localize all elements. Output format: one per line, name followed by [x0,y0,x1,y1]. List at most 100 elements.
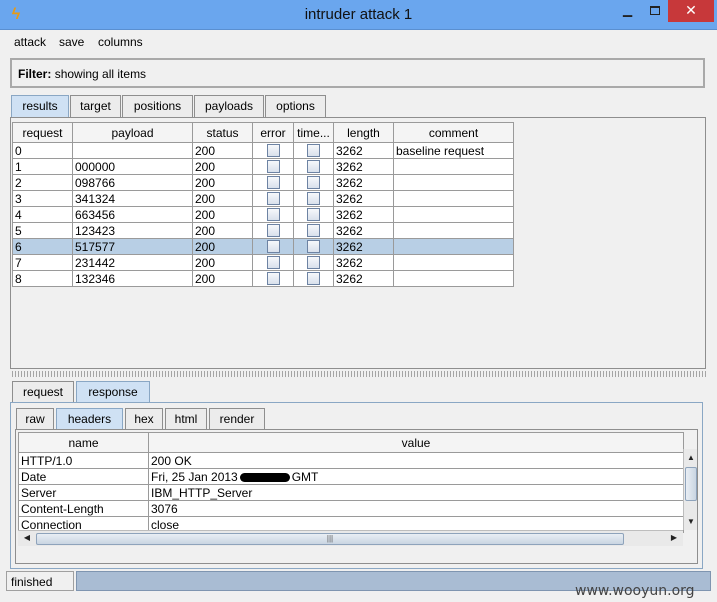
length-cell: 3262 [333,206,394,223]
vertical-scrollbar[interactable]: ▲ ▼ [683,449,697,530]
tab-raw[interactable]: raw [16,408,54,430]
scroll-down-icon[interactable]: ▼ [684,515,698,529]
menu-attack[interactable]: attack [14,35,46,49]
length-cell: 3262 [333,270,394,287]
results-header-row: request payload status error time... len… [12,122,514,143]
length-cell: 3262 [333,142,394,159]
response-panel: raw headers hex html render name value H… [10,402,703,569]
scroll-right-icon[interactable]: ▶ [667,531,681,545]
header-row[interactable]: Server IBM_HTTP_Server [18,484,684,501]
table-row[interactable]: 4 663456 200 3262 [12,206,514,223]
checkbox[interactable] [266,192,280,205]
column-header-request[interactable]: request [12,122,73,143]
checkbox[interactable] [307,176,320,189]
column-header-name[interactable]: name [18,432,149,453]
checkbox[interactable] [266,272,280,285]
column-header-error[interactable]: error [252,122,294,143]
header-value-cell: 200 OK [148,452,684,469]
comment-cell [393,190,514,207]
table-row[interactable]: 3 341324 200 3262 [12,190,514,207]
tab-render[interactable]: render [209,408,265,430]
header-value-text: 200 OK [151,453,192,468]
results-panel: request payload status error time... len… [10,117,706,369]
checkbox[interactable] [266,256,280,269]
column-header-payload[interactable]: payload [72,122,193,143]
status-cell: 200 [192,222,253,239]
checkbox[interactable] [307,256,320,269]
timeout-checkbox [293,142,334,159]
checkbox[interactable] [307,144,320,157]
request-cell: 2 [12,174,73,191]
minimize-button[interactable]: ▁ [614,0,641,22]
tab-headers[interactable]: headers [56,408,123,430]
header-value-text: IBM_HTTP_Server [151,485,253,500]
column-header-value[interactable]: value [148,432,684,453]
table-row[interactable]: 0 200 3262 baseline request [12,142,514,159]
table-row[interactable]: 7 231442 200 3262 [12,254,514,271]
column-header-timeout[interactable]: time... [293,122,334,143]
header-row[interactable]: Date Fri, 25 Jan 2013 GMT [18,468,684,485]
status-cell: 200 [192,270,253,287]
menu-save[interactable]: save [59,35,84,49]
table-row[interactable]: 1 000000 200 3262 [12,158,514,175]
checkbox[interactable] [307,224,320,237]
timeout-checkbox [293,190,334,207]
header-name-cell: Server [18,484,149,501]
horizontal-scroll-thumb[interactable]: ||| [36,533,624,545]
checkbox[interactable] [307,272,320,285]
comment-cell: baseline request [393,142,514,159]
table-row[interactable]: 2 098766 200 3262 [12,174,514,191]
checkbox[interactable] [307,208,320,221]
tab-options[interactable]: options [265,95,326,117]
maximize-button[interactable] [641,0,668,22]
timeout-checkbox [293,270,334,287]
headers-view: name value HTTP/1.0 200 OK Date Fri, 25 Jan… [15,429,698,564]
filter-bar[interactable]: Filter: showing all items [10,58,705,88]
column-header-comment[interactable]: comment [393,122,514,143]
checkbox[interactable] [266,224,280,237]
checkbox[interactable] [266,208,280,221]
tab-target[interactable]: target [70,95,121,117]
scroll-left-icon[interactable]: ◀ [20,531,34,545]
checkbox[interactable] [266,240,280,253]
horizontal-scrollbar[interactable]: ◀ ||| ▶ [18,530,683,546]
checkbox[interactable] [307,240,320,253]
checkbox[interactable] [266,144,280,157]
comment-cell [393,270,514,287]
panel-splitter[interactable] [10,371,706,377]
tab-html[interactable]: html [165,408,207,430]
checkbox[interactable] [307,192,320,205]
payload-cell: 231442 [72,254,193,271]
status-cell: 200 [192,174,253,191]
tab-request[interactable]: request [12,381,74,403]
tab-hex[interactable]: hex [125,408,163,430]
table-row[interactable]: 5 123423 200 3262 [12,222,514,239]
checkbox[interactable] [307,160,320,173]
error-checkbox [252,190,294,207]
tab-results[interactable]: results [11,95,69,117]
error-checkbox [252,174,294,191]
request-cell: 1 [12,158,73,175]
status-cell: 200 [192,142,253,159]
payload-cell: 341324 [72,190,193,207]
headers-table[interactable]: name value HTTP/1.0 200 OK Date Fri, 25 Jan… [18,432,684,533]
table-row[interactable]: 8 132346 200 3262 [12,270,514,287]
vertical-scroll-thumb[interactable] [685,467,697,501]
checkbox[interactable] [266,160,280,173]
tab-payloads[interactable]: payloads [194,95,264,117]
table-row[interactable]: 6 517577 200 3262 [12,238,514,255]
menu-columns[interactable]: columns [98,35,143,49]
payload-cell: 663456 [72,206,193,223]
tab-positions[interactable]: positions [122,95,193,117]
results-table[interactable]: request payload status error time... len… [12,122,514,287]
scroll-up-icon[interactable]: ▲ [684,451,698,465]
checkbox[interactable] [266,176,280,189]
header-row[interactable]: Content-Length 3076 [18,500,684,517]
header-row[interactable]: HTTP/1.0 200 OK [18,452,684,469]
tab-response[interactable]: response [76,381,150,403]
column-header-length[interactable]: length [333,122,394,143]
error-checkbox [252,254,294,271]
error-checkbox [252,270,294,287]
column-header-status[interactable]: status [192,122,253,143]
close-button[interactable]: ✕ [668,0,714,22]
